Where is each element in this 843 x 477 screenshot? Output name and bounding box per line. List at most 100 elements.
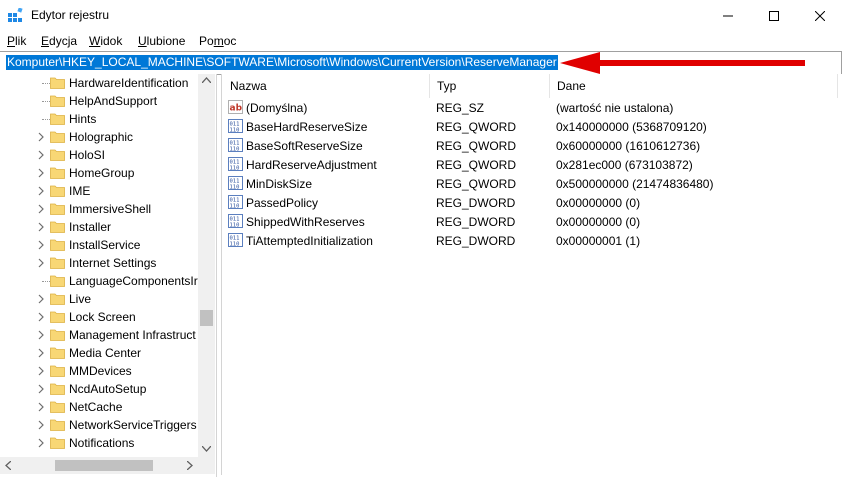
tree-item[interactable]: HoloSI	[0, 146, 198, 164]
chevron-right-icon[interactable]	[36, 185, 46, 197]
menu-plik[interactable]: Plik	[7, 34, 26, 48]
chevron-right-icon[interactable]	[36, 401, 46, 413]
binary-value-icon: 011110	[228, 233, 243, 247]
maximize-button[interactable]	[751, 0, 797, 31]
tree-vertical-thumb[interactable]	[200, 310, 213, 326]
value-type: REG_QWORD	[436, 139, 517, 153]
tree-item[interactable]: IME	[0, 182, 198, 200]
chevron-right-icon[interactable]	[36, 437, 46, 449]
tree-item-label: Management Infrastruct	[69, 328, 196, 342]
folder-icon	[50, 257, 65, 269]
tree-connector	[42, 119, 50, 120]
chevron-right-icon[interactable]	[36, 383, 46, 395]
tree-item[interactable]: LanguageComponentsIr	[0, 272, 198, 290]
tree-item[interactable]: ImmersiveShell	[0, 200, 198, 218]
scroll-up-icon[interactable]	[202, 77, 211, 83]
column-header-name[interactable]: Nazwa	[222, 74, 430, 98]
tree-item[interactable]: HardwareIdentification	[0, 74, 198, 92]
folder-icon	[50, 275, 65, 287]
red-arrow-icon	[560, 52, 805, 74]
column-header-type[interactable]: Typ	[429, 74, 550, 98]
scroll-right-icon[interactable]	[187, 461, 193, 470]
tree-item[interactable]: HomeGroup	[0, 164, 198, 182]
value-data: 0x00000000 (0)	[556, 196, 641, 210]
chevron-right-icon[interactable]	[36, 329, 46, 341]
tree-item[interactable]: NcdAutoSetup	[0, 380, 198, 398]
value-type: REG_QWORD	[436, 120, 517, 134]
scroll-down-icon[interactable]	[202, 446, 211, 452]
binary-value-icon: 011110	[228, 214, 243, 228]
menu-pomoc[interactable]: Pomoc	[199, 34, 236, 48]
table-row[interactable]: 011 110 PassedPolicy REG_DWORD 0x00000000 (0…	[222, 193, 832, 212]
value-type: REG_SZ	[436, 101, 485, 115]
value-data: 0x140000000 (5368709120)	[556, 120, 707, 134]
values-list[interactable]: Nazwa Typ Dane ab (Domyślna) REG_SZ (wartoś…	[221, 74, 843, 475]
chevron-right-icon[interactable]	[36, 347, 46, 359]
tree-horizontal-scrollbar[interactable]	[0, 457, 198, 474]
chevron-right-icon[interactable]	[36, 365, 46, 377]
tree-item-label: Holographic	[69, 130, 134, 144]
chevron-right-icon[interactable]	[36, 311, 46, 323]
menu-edycja[interactable]: Edycja	[41, 34, 77, 48]
folder-icon	[50, 149, 65, 161]
tree-item-label: Installer	[69, 220, 112, 234]
chevron-right-icon[interactable]	[36, 221, 46, 233]
tree-item-label: Internet Settings	[69, 256, 157, 270]
maximize-icon	[769, 10, 779, 21]
tree-item[interactable]: Management Infrastruct	[0, 326, 198, 344]
value-data: (wartość nie ustalona)	[556, 101, 674, 115]
svg-text:110: 110	[230, 222, 240, 228]
chevron-right-icon[interactable]	[36, 203, 46, 215]
table-row[interactable]: 011 110 BaseSoftReserveSize REG_QWORD 0x6000…	[222, 136, 832, 155]
minimize-button[interactable]	[705, 0, 751, 31]
menu-widok[interactable]: Widok	[89, 34, 122, 48]
tree-item[interactable]: Live	[0, 290, 198, 308]
chevron-right-icon[interactable]	[36, 257, 46, 269]
tree-item[interactable]: Hints	[0, 110, 198, 128]
tree-item[interactable]: HelpAndSupport	[0, 92, 198, 110]
binary-value-icon: 011110	[228, 119, 243, 133]
tree-item[interactable]: Holographic	[0, 128, 198, 146]
tree-item[interactable]: MMDevices	[0, 362, 198, 380]
chevron-right-icon[interactable]	[36, 149, 46, 161]
folder-icon	[50, 113, 65, 125]
table-row[interactable]: 011 110 BaseHardReserveSize REG_QWORD 0x1400…	[222, 117, 832, 136]
tree-item[interactable]: NetworkServiceTriggers	[0, 416, 198, 434]
value-type: REG_QWORD	[436, 158, 517, 172]
chevron-right-icon[interactable]	[36, 167, 46, 179]
tree-item[interactable]: Installer	[0, 218, 198, 236]
title-bar: Edytor rejestru	[0, 0, 843, 31]
close-button[interactable]	[797, 0, 843, 31]
folder-icon	[50, 365, 65, 377]
chevron-right-icon[interactable]	[36, 131, 46, 143]
tree-item-label: IME	[69, 184, 91, 198]
tree-item[interactable]: InstallService	[0, 236, 198, 254]
table-row[interactable]: 011 110 TiAttemptedInitialization REG_DWORD…	[222, 231, 832, 250]
tree-horizontal-thumb[interactable]	[55, 460, 153, 471]
menu-ulubione[interactable]: Ulubione	[138, 34, 185, 48]
address-path[interactable]: Komputer\HKEY_LOCAL_MACHINE\SOFTWARE\Mic…	[6, 55, 558, 70]
key-tree[interactable]: HardwareIdentification HelpAndSupport Hint…	[0, 74, 217, 477]
tree-item[interactable]: Lock Screen	[0, 308, 198, 326]
table-row[interactable]: 011 110 MinDiskSize REG_QWORD 0x500000000 (2…	[222, 174, 832, 193]
value-name: BaseSoftReserveSize	[246, 139, 363, 153]
scroll-left-icon[interactable]	[5, 461, 11, 470]
table-row[interactable]: ab (Domyślna) REG_SZ (wartość nie ustalona)	[222, 98, 832, 117]
chevron-right-icon[interactable]	[36, 239, 46, 251]
folder-icon	[50, 419, 65, 431]
tree-item[interactable]: Notifications	[0, 434, 198, 452]
table-row[interactable]: 011 110 HardReserveAdjustment REG_QWORD 0x28…	[222, 155, 832, 174]
chevron-right-icon[interactable]	[36, 419, 46, 431]
svg-text:110: 110	[230, 203, 240, 209]
column-header-data[interactable]: Dane	[549, 74, 838, 98]
chevron-right-icon[interactable]	[36, 293, 46, 305]
tree-item[interactable]: Media Center	[0, 344, 198, 362]
tree-vertical-scrollbar[interactable]	[198, 74, 215, 457]
tree-item-label: LanguageComponentsIr	[69, 274, 198, 288]
minimize-icon	[723, 15, 733, 16]
value-name: MinDiskSize	[246, 177, 313, 191]
table-row[interactable]: 011 110 ShippedWithReserves REG_DWORD 0x0000…	[222, 212, 832, 231]
tree-item[interactable]: Internet Settings	[0, 254, 198, 272]
tree-item[interactable]: NetCache	[0, 398, 198, 416]
tree-connector	[42, 101, 50, 102]
